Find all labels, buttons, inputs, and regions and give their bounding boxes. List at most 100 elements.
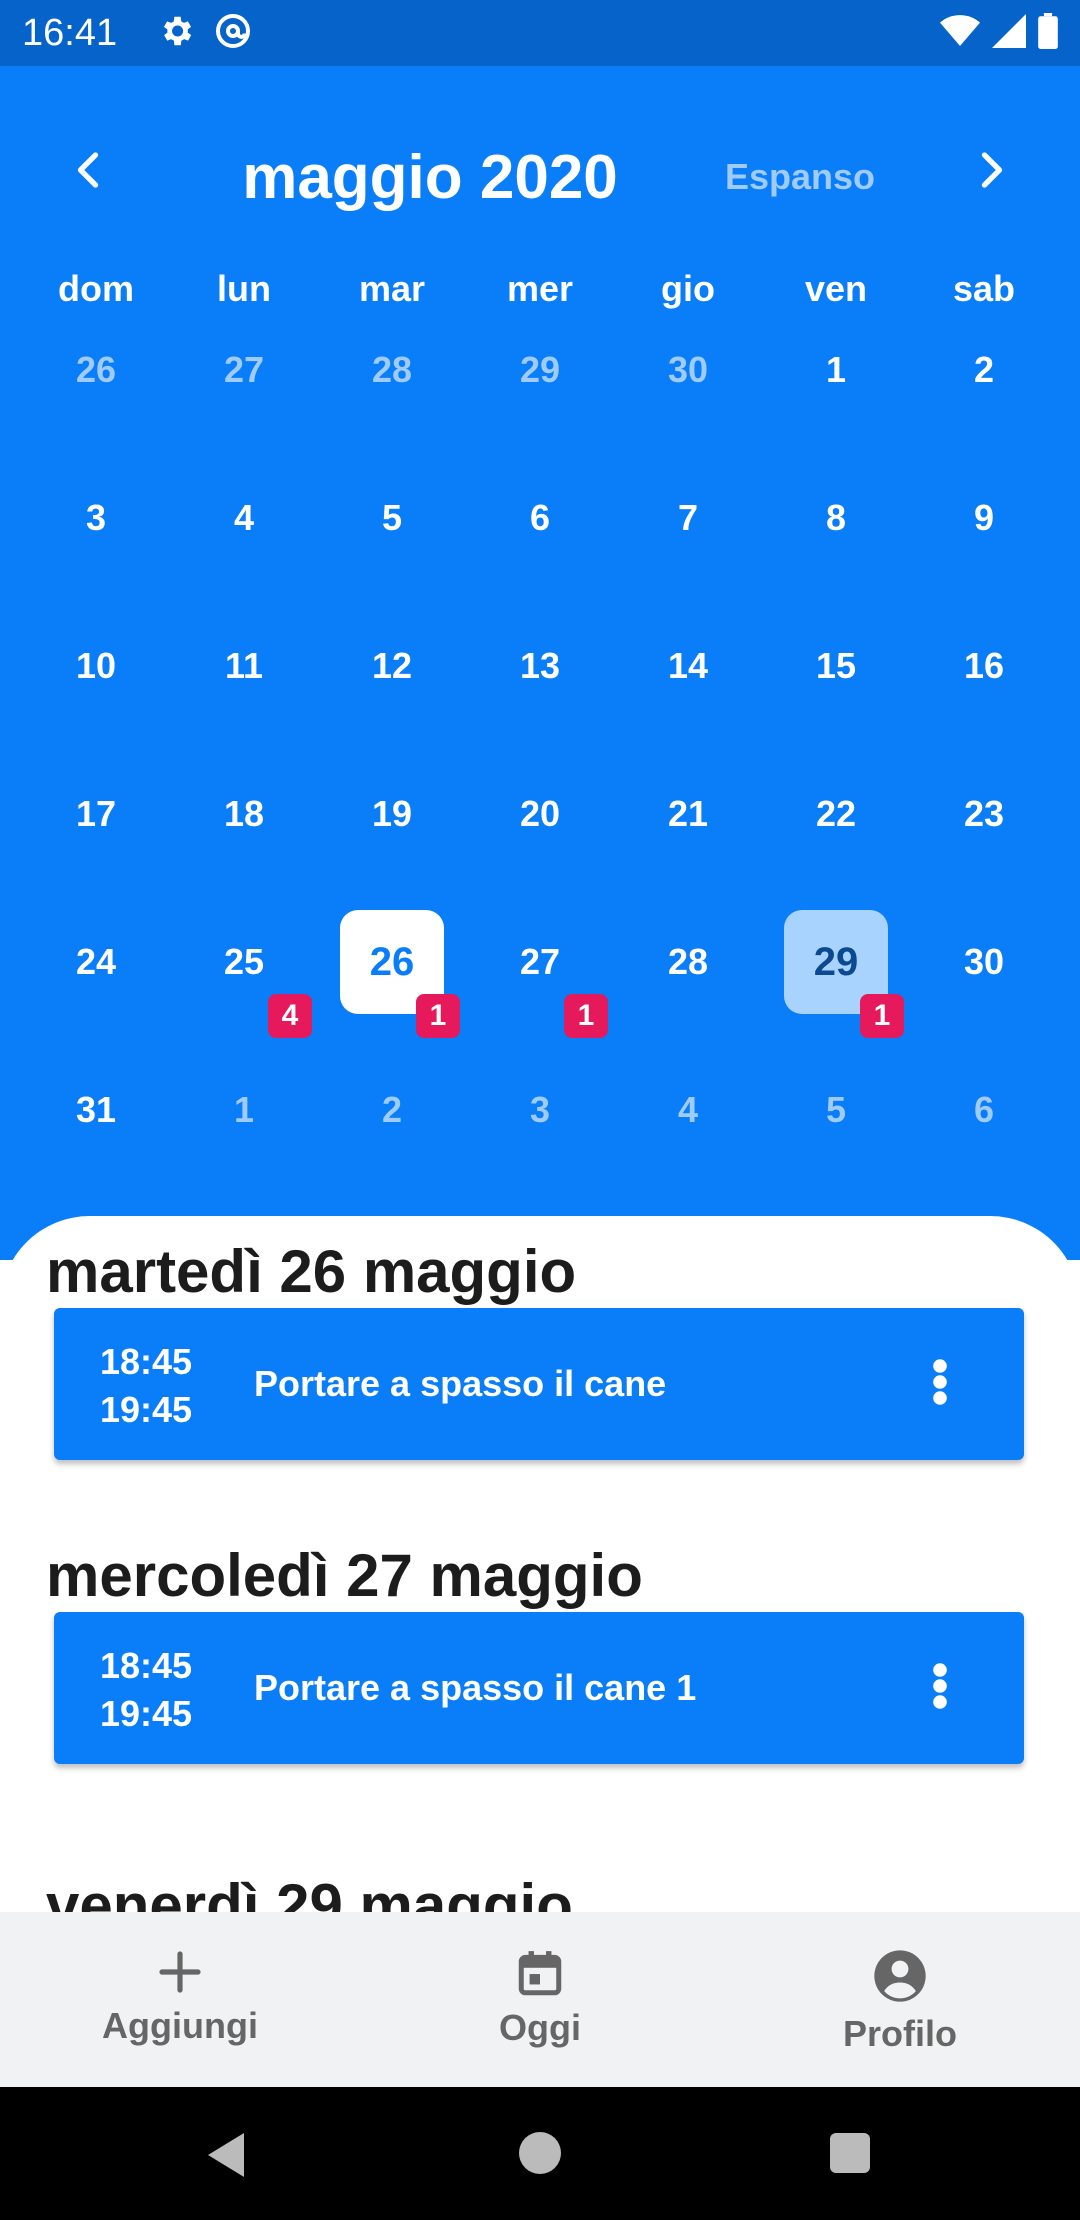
home-icon[interactable] [518,2131,562,2180]
calendar-day[interactable]: 3 [22,462,170,610]
calendar-day[interactable]: 5 [762,1054,910,1202]
calendar-day-selected[interactable]: 26 1 [318,906,466,1054]
day-number: 3 [529,1089,551,1130]
calendar-day[interactable]: 8 [762,462,910,610]
event-title: Portare a spasso il cane [254,1363,667,1404]
settings-icon [157,12,195,55]
status-time: 16:41 [22,11,118,54]
chevron-right-icon [977,150,1007,195]
view-toggle-button[interactable]: Espanso [700,154,900,200]
event-count-badge: 1 [860,994,904,1038]
recents-icon[interactable] [828,2131,872,2180]
calendar-day[interactable]: 11 [170,610,318,758]
weekday-label: mer [506,268,574,309]
calendar-panel: maggio 2020 Espanso dom lun mar mer gio … [0,66,1080,1260]
day-number: 7 [677,497,699,538]
status-bar: 16:41 [0,0,1080,66]
chevron-left-icon [73,150,103,195]
events-panel: martedì 26 maggio 18:45 19:45 Portare a … [0,1216,1080,1916]
calendar-day[interactable]: 29 [466,314,614,462]
day-number: 1 [233,1089,255,1130]
day-number: 5 [381,497,403,538]
calendar-day[interactable]: 6 [910,1054,1058,1202]
calendar-day[interactable]: 2 [910,314,1058,462]
calendar-day[interactable]: 31 [22,1054,170,1202]
calendar-day[interactable]: 26 [22,314,170,462]
calendar-day[interactable]: 21 [614,758,762,906]
day-number: 17 [75,793,117,834]
day-number: 1 [825,349,847,390]
calendar-day[interactable]: 14 [614,610,762,758]
calendar-day[interactable]: 28 [614,906,762,1054]
calendar-day[interactable]: 23 [910,758,1058,906]
battery-icon [1038,12,1058,54]
day-number: 4 [677,1089,699,1130]
at-sign-icon [213,11,253,56]
calendar-day[interactable]: 3 [466,1054,614,1202]
calendar-day[interactable]: 27 [170,314,318,462]
nav-label: Profilo [843,2013,957,2054]
calendar-week-row: 31 1 2 3 4 5 6 [22,1054,1058,1202]
weekday-label: sab [952,268,1016,309]
day-number: 24 [75,941,117,982]
calendar-day[interactable]: 4 [170,462,318,610]
wifi-icon [940,14,980,53]
event-card[interactable]: 18:45 19:45 Portare a spasso il cane 1 [54,1612,1024,1764]
calendar-week-row: 3 4 5 6 7 8 9 [22,462,1058,610]
calendar-day[interactable]: 5 [318,462,466,610]
calendar-day[interactable]: 6 [466,462,614,610]
calendar-day[interactable]: 18 [170,758,318,906]
calendar-day[interactable]: 20 [466,758,614,906]
calendar-day[interactable]: 1 [762,314,910,462]
calendar-day[interactable]: 15 [762,610,910,758]
signal-icon [992,13,1026,53]
nav-today[interactable]: Oggi [360,1912,720,2087]
day-number: 13 [519,645,561,686]
event-menu-button[interactable] [910,1658,970,1718]
day-number: 4 [233,497,255,538]
prev-month-button[interactable] [58,142,118,202]
calendar-day[interactable]: 27 1 [466,906,614,1054]
calendar-day[interactable]: 4 [614,1054,762,1202]
calendar-day[interactable]: 28 [318,314,466,462]
calendar-day[interactable]: 24 [22,906,170,1054]
day-number: 5 [825,1089,847,1130]
event-title: Portare a spasso il cane 1 [254,1667,697,1708]
calendar-day[interactable]: 10 [22,610,170,758]
calendar-day[interactable]: 30 [910,906,1058,1054]
event-menu-button[interactable] [910,1354,970,1414]
day-number: 26 [75,349,117,390]
back-icon[interactable] [204,2131,248,2184]
calendar-day[interactable]: 9 [910,462,1058,610]
nav-add[interactable]: Aggiungi [0,1912,360,2087]
calendar-day[interactable]: 17 [22,758,170,906]
calendar-day[interactable]: 1 [170,1054,318,1202]
day-number: 6 [973,1089,995,1130]
nav-profile[interactable]: Profilo [720,1912,1080,2087]
event-end-time: 19:45 [100,1389,193,1430]
event-card[interactable]: 18:45 19:45 Portare a spasso il cane [54,1308,1024,1460]
calendar-week-row: 24 25 4 26 1 27 1 28 29 1 30 [22,906,1058,1054]
calendar-day[interactable]: 2 [318,1054,466,1202]
more-vert-icon [932,1662,948,1715]
next-month-button[interactable] [962,142,1022,202]
calendar-day[interactable]: 7 [614,462,762,610]
system-nav-bar [0,2087,1080,2220]
calendar-day[interactable]: 19 [318,758,466,906]
calendar-day[interactable]: 22 [762,758,910,906]
day-number: 3 [85,497,107,538]
day-number: 15 [815,645,857,686]
day-number: 19 [371,793,413,834]
calendar-week-row: 17 18 19 20 21 22 23 [22,758,1058,906]
calendar-day[interactable]: 12 [318,610,466,758]
day-number: 20 [519,793,561,834]
day-number: 28 [371,349,413,390]
calendar-day[interactable]: 16 [910,610,1058,758]
month-title: maggio 2020 [242,143,618,212]
calendar-day[interactable]: 25 4 [170,906,318,1054]
calendar-day[interactable]: 30 [614,314,762,462]
day-number: 22 [815,793,857,834]
calendar-day[interactable]: 29 1 [762,906,910,1054]
calendar-header: maggio 2020 Espanso [0,66,1080,246]
calendar-day[interactable]: 13 [466,610,614,758]
